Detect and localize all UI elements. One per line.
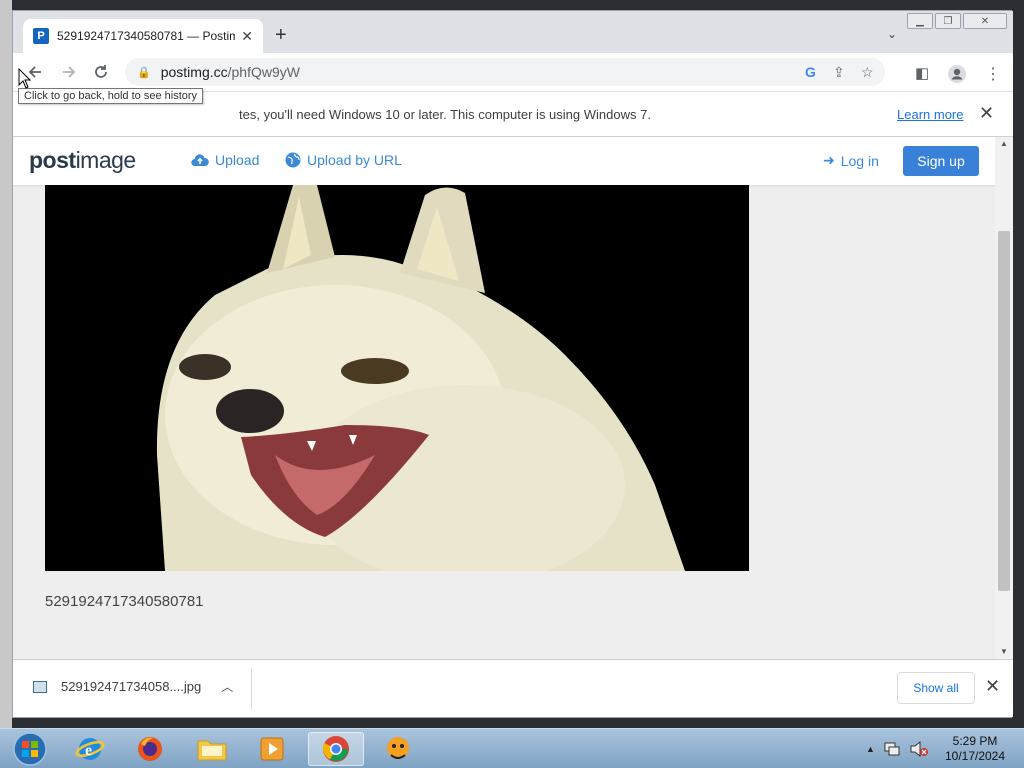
postimage-favicon-icon: P	[33, 28, 49, 44]
image-caption: 5291924717340580781	[45, 593, 204, 610]
chevron-up-icon[interactable]: ︿	[221, 678, 233, 695]
tab-close-icon[interactable]: ✕	[241, 28, 253, 45]
address-bar[interactable]: 🔒 postimg.cc/phfQw9yW G ⇪ ☆	[125, 58, 885, 86]
mouse-cursor-icon	[18, 67, 32, 95]
taskbar-internet-explorer[interactable]: e	[62, 732, 118, 766]
globe-icon	[285, 152, 301, 168]
taskbar-chrome[interactable]	[308, 732, 364, 766]
uploaded-dog-image[interactable]	[45, 185, 749, 571]
orange-face-app-icon	[387, 737, 409, 759]
scroll-up-icon[interactable]: ▲	[1000, 139, 1008, 148]
browser-toolbar: 🔒 postimg.cc/phfQw9yW G ⇪ ☆ ◧ ⋮	[13, 53, 1013, 91]
scroll-thumb[interactable]	[998, 231, 1010, 591]
tab-search-chevron-icon[interactable]: ⌄	[887, 27, 897, 41]
side-panel-icon[interactable]: ◧	[915, 64, 929, 82]
volume-muted-icon[interactable]	[909, 741, 929, 757]
windows-taskbar: e ▲ 5:29 PM 10/17/2024	[0, 728, 1024, 768]
taskbar-file-explorer[interactable]	[184, 732, 240, 766]
login-link[interactable]: ➜ Log in	[823, 152, 879, 169]
lock-icon[interactable]: 🔒	[137, 66, 151, 79]
clock-time: 5:29 PM	[952, 734, 998, 748]
share-icon[interactable]: ⇪	[833, 64, 845, 81]
reload-button[interactable]	[89, 60, 113, 84]
tab-active[interactable]: P 5291924717340580781 — Postimage.cc ✕	[23, 19, 263, 53]
minimize-button[interactable]: ▁	[907, 13, 933, 29]
image-file-icon	[33, 680, 47, 693]
logo-bold-text: post	[29, 147, 76, 173]
download-item[interactable]: 529192471734058....jpg ︿	[33, 678, 233, 695]
infobar-message: tes, you'll need Windows 10 or later. Th…	[239, 107, 651, 122]
postimage-logo[interactable]: postimage	[29, 147, 136, 174]
sign-in-icon: ➜	[823, 152, 835, 168]
page-content: postimage Upload Upload by URL ➜ Log in …	[13, 137, 1013, 659]
download-divider	[251, 668, 252, 710]
signup-button[interactable]: Sign up	[903, 146, 979, 176]
profile-avatar-icon[interactable]	[947, 64, 967, 87]
upload-by-url-link[interactable]: Upload by URL	[285, 152, 402, 168]
google-lens-icon[interactable]: G	[805, 64, 816, 80]
logo-light-text: image	[75, 147, 137, 173]
taskbar-clock[interactable]: 5:29 PM 10/17/2024	[940, 734, 1010, 764]
media-player-icon	[260, 737, 284, 761]
upload-link[interactable]: Upload	[191, 152, 259, 168]
folder-icon	[197, 740, 227, 761]
download-file-name: 529192471734058....jpg	[61, 679, 202, 694]
dog-photo-illustration	[45, 185, 749, 571]
tab-title: 5291924717340580781 — Postimage.cc	[57, 29, 236, 43]
taskbar-app-emoji[interactable]	[370, 732, 426, 766]
site-header: postimage Upload Upload by URL ➜ Log in …	[13, 137, 995, 185]
tab-strip: P 5291924717340580781 — Postimage.cc ✕ +…	[13, 11, 1013, 53]
scroll-down-icon[interactable]: ▼	[1000, 647, 1008, 656]
system-tray: ▲	[866, 729, 929, 768]
svg-text:e: e	[85, 742, 92, 759]
forward-button[interactable]	[57, 60, 81, 84]
internet-explorer-icon: e	[75, 738, 105, 760]
page-scrollbar[interactable]: ▲ ▼	[995, 137, 1013, 659]
close-window-button[interactable]: ✕	[963, 13, 1007, 29]
show-all-downloads-button[interactable]: Show all	[897, 672, 975, 704]
url-path: /phfQw9yW	[227, 64, 300, 80]
clock-date: 10/17/2024	[944, 749, 1006, 763]
cloud-upload-icon	[191, 154, 209, 167]
url-host: postimg.cc	[160, 64, 228, 80]
back-button-tooltip: Click to go back, hold to see history	[18, 88, 204, 104]
network-icon[interactable]	[883, 741, 901, 757]
start-button[interactable]	[2, 732, 58, 766]
restore-button[interactable]: ❐	[935, 13, 961, 29]
upload-by-url-label: Upload by URL	[307, 152, 402, 168]
new-tab-button[interactable]: +	[275, 25, 287, 45]
download-shelf: 529192471734058....jpg ︿ Show all ✕	[13, 659, 1013, 717]
download-shelf-close-icon[interactable]: ✕	[985, 676, 1000, 697]
windows-start-orb-icon	[13, 732, 47, 766]
chrome-icon	[323, 736, 349, 762]
taskbar-media-player[interactable]	[244, 732, 300, 766]
login-label: Log in	[840, 152, 879, 169]
learn-more-link[interactable]: Learn more	[897, 107, 963, 122]
desktop-strip	[0, 0, 12, 728]
firefox-icon	[138, 737, 162, 761]
infobar-close-icon[interactable]: ✕	[979, 103, 994, 124]
tray-expand-icon[interactable]: ▲	[866, 744, 875, 754]
bookmark-star-icon[interactable]: ☆	[861, 64, 874, 81]
menu-kebab-icon[interactable]: ⋮	[985, 64, 1001, 84]
taskbar-firefox[interactable]	[122, 732, 178, 766]
upload-label: Upload	[215, 152, 260, 168]
browser-window: P 5291924717340580781 — Postimage.cc ✕ +…	[12, 10, 1013, 718]
window-controls: ▁ ❐ ✕	[907, 13, 1007, 29]
